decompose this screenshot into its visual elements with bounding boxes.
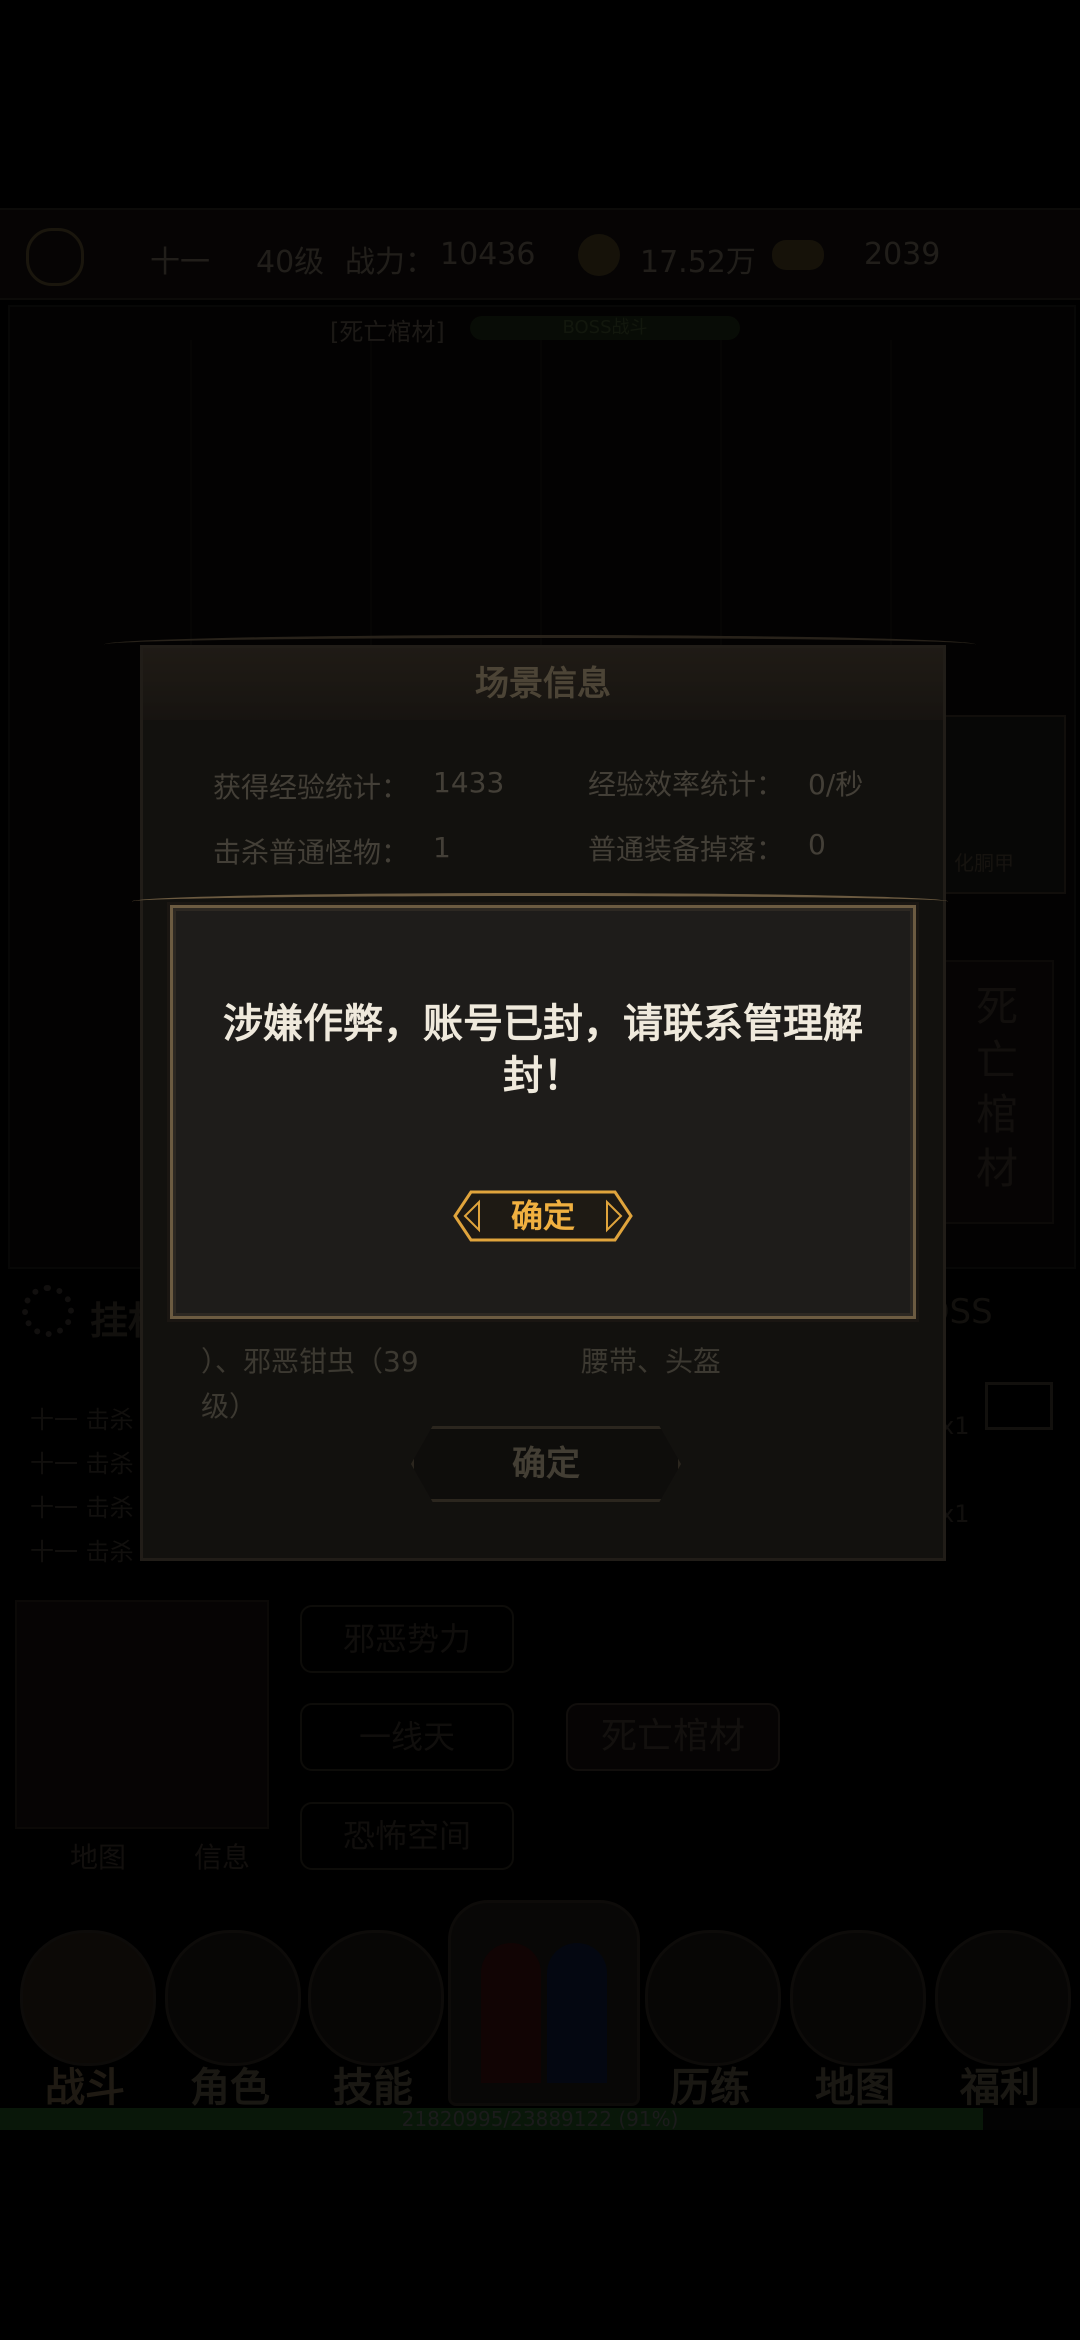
ban-alert-dialog: 涉嫌作弊，账号已封，请联系管理解封！ 确定: [170, 905, 916, 1319]
alert-ok-label: 确定: [510, 1197, 575, 1235]
ban-alert-message: 涉嫌作弊，账号已封，请联系管理解封！: [223, 1001, 863, 1099]
alert-ok-button[interactable]: 确定: [453, 1190, 633, 1242]
